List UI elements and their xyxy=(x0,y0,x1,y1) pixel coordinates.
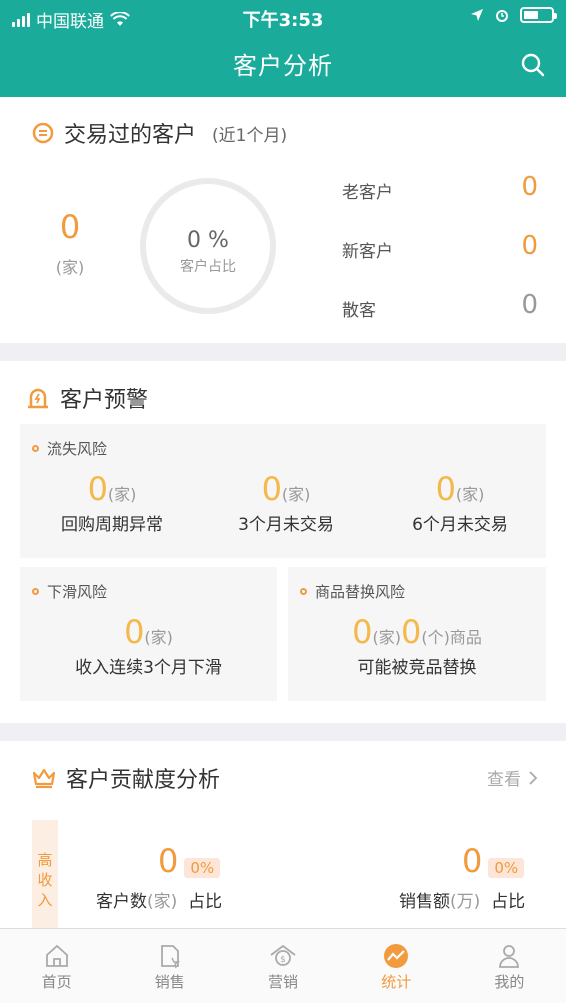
tab-home[interactable]: 首页 xyxy=(0,929,113,1003)
status-bar: 中国联通 下午3:53 xyxy=(0,0,566,36)
card-title: 商品替换风险 xyxy=(315,583,406,601)
metric-value-2: 0 xyxy=(401,613,422,651)
stat-percent-badge: 0% xyxy=(184,857,221,878)
row-label: 老客户 xyxy=(342,183,393,203)
sales-doc-icon xyxy=(160,945,181,969)
section-title: 客户预警 xyxy=(60,388,149,413)
svg-text:$: $ xyxy=(280,955,286,965)
stats-icon xyxy=(384,944,409,968)
metric-unit: (家) xyxy=(144,628,173,647)
stat-suffix: 占比 xyxy=(188,892,223,912)
period-label: (近1个月) xyxy=(212,125,288,146)
row-label: 新客户 xyxy=(342,242,393,262)
metric-desc: 3个月未交易 xyxy=(238,515,334,535)
tab-marketing[interactable]: $ 营销 xyxy=(226,929,339,1003)
metric-desc: 回购周期异常 xyxy=(61,515,163,535)
replace-risk-card[interactable]: 商品替换风险 0(家)0(个)商品 可能被竞品替换 xyxy=(288,567,546,701)
marketing-icon: $ xyxy=(270,944,296,966)
stat-value: 0 xyxy=(462,842,483,880)
metric-value: 0 xyxy=(124,613,145,651)
alarm-light-icon xyxy=(28,388,48,409)
tab-label: 统计 xyxy=(381,973,412,991)
old-customer-row[interactable]: 老客户 0 xyxy=(342,172,542,206)
replace-metric: 0(家)0(个)商品 可能被竞品替换 xyxy=(288,613,546,678)
tab-label: 首页 xyxy=(41,973,72,991)
bottom-tab-bar: 首页 销售 $ 营销 统计 我的 xyxy=(0,928,566,1003)
contribution-header: 客户贡献度分析 xyxy=(32,762,220,794)
section-title: 客户贡献度分析 xyxy=(66,768,221,793)
stat-percent-badge: 0% xyxy=(488,857,525,878)
metric-unit: (家) xyxy=(455,485,485,504)
card-title: 下滑风险 xyxy=(47,583,108,601)
row-value: 0 xyxy=(521,290,538,320)
total-customers-unit: (家) xyxy=(55,258,85,277)
churn-metric-1[interactable]: 0(家) 回购周期异常 xyxy=(42,470,182,535)
chevron-right-icon xyxy=(529,770,538,785)
traded-customers-header: 交易过的客户 (近1个月) xyxy=(32,117,287,149)
card-title: 流失风险 xyxy=(47,440,108,458)
ring-label: 客户占比 xyxy=(180,259,236,275)
metric-value: 0 xyxy=(87,470,108,508)
sales-amount-stat: 0 0% xyxy=(462,842,525,880)
churn-risk-card[interactable]: 流失风险 0(家) 回购周期异常 0(家) 3个月未交易 0(家) 6个月未交易 xyxy=(20,424,546,558)
metric-unit: (家) xyxy=(372,628,402,647)
view-label: 查看 xyxy=(487,770,521,790)
bullet-dot-icon xyxy=(32,588,39,595)
customer-count-label: 客户数(家) 占比 xyxy=(96,887,222,912)
stat-unit: (万) xyxy=(450,892,481,912)
high-income-tag: 高收入 xyxy=(32,820,58,928)
churn-metric-2[interactable]: 0(家) 3个月未交易 xyxy=(216,470,356,535)
section-divider xyxy=(0,723,566,741)
customer-count-stat: 0 0% xyxy=(158,842,221,880)
stat-unit: (家) xyxy=(147,892,178,912)
ring-percent: 0 % xyxy=(187,228,229,253)
total-customers-value: 0 xyxy=(59,208,81,246)
top-bar: 中国联通 下午3:53 客户分析 xyxy=(0,0,566,97)
metric-desc: 收入连续3个月下滑 xyxy=(75,658,222,678)
battery-icon xyxy=(520,7,557,23)
alarm-icon xyxy=(496,10,508,22)
metric-unit-2: (个)商品 xyxy=(421,628,482,647)
profile-icon xyxy=(499,945,520,968)
list-circle-icon xyxy=(32,122,54,144)
location-arrow-icon xyxy=(471,9,483,21)
stat-value: 0 xyxy=(158,842,179,880)
metric-value: 0 xyxy=(261,470,282,508)
home-icon xyxy=(45,944,68,967)
tab-sales[interactable]: 销售 xyxy=(113,929,226,1003)
tab-label: 营销 xyxy=(268,973,299,991)
stat-label: 客户数 xyxy=(96,892,147,912)
row-label: 散客 xyxy=(342,301,376,321)
bullet-dot-icon xyxy=(300,588,307,595)
metric-value: 0 xyxy=(352,613,373,651)
walkin-customer-row[interactable]: 散客 0 xyxy=(342,290,542,324)
churn-metric-3[interactable]: 0(家) 6个月未交易 xyxy=(390,470,530,535)
metric-unit: (家) xyxy=(107,485,137,504)
decline-metric: 0(家) 收入连续3个月下滑 xyxy=(20,613,277,678)
tab-label: 我的 xyxy=(494,973,525,991)
page-title: 客户分析 xyxy=(233,52,333,80)
view-link[interactable]: 查看 xyxy=(487,765,538,790)
search-icon[interactable] xyxy=(520,52,546,78)
stat-label: 销售额 xyxy=(399,892,450,912)
tab-stats[interactable]: 统计 xyxy=(340,929,453,1003)
new-customer-row[interactable]: 新客户 0 xyxy=(342,231,542,265)
metric-desc: 6个月未交易 xyxy=(412,515,508,535)
tab-profile[interactable]: 我的 xyxy=(453,929,566,1003)
row-value: 0 xyxy=(521,231,538,261)
section-divider xyxy=(0,343,566,361)
decline-risk-card[interactable]: 下滑风险 0(家) 收入连续3个月下滑 xyxy=(20,567,277,701)
sales-amount-label: 销售额(万) 占比 xyxy=(399,887,525,912)
row-value: 0 xyxy=(521,172,538,202)
metric-desc: 可能被竞品替换 xyxy=(357,658,477,678)
metric-value: 0 xyxy=(435,470,456,508)
tab-label: 销售 xyxy=(154,973,185,991)
crown-icon xyxy=(32,768,56,789)
section-title: 交易过的客户 xyxy=(64,123,197,148)
metric-unit: (家) xyxy=(281,485,311,504)
bullet-dot-icon xyxy=(32,445,39,452)
warning-header: 客户预警 xyxy=(26,382,148,414)
stat-suffix: 占比 xyxy=(491,892,526,912)
customer-ratio-ring: 0 % 客户占比 xyxy=(140,178,276,314)
